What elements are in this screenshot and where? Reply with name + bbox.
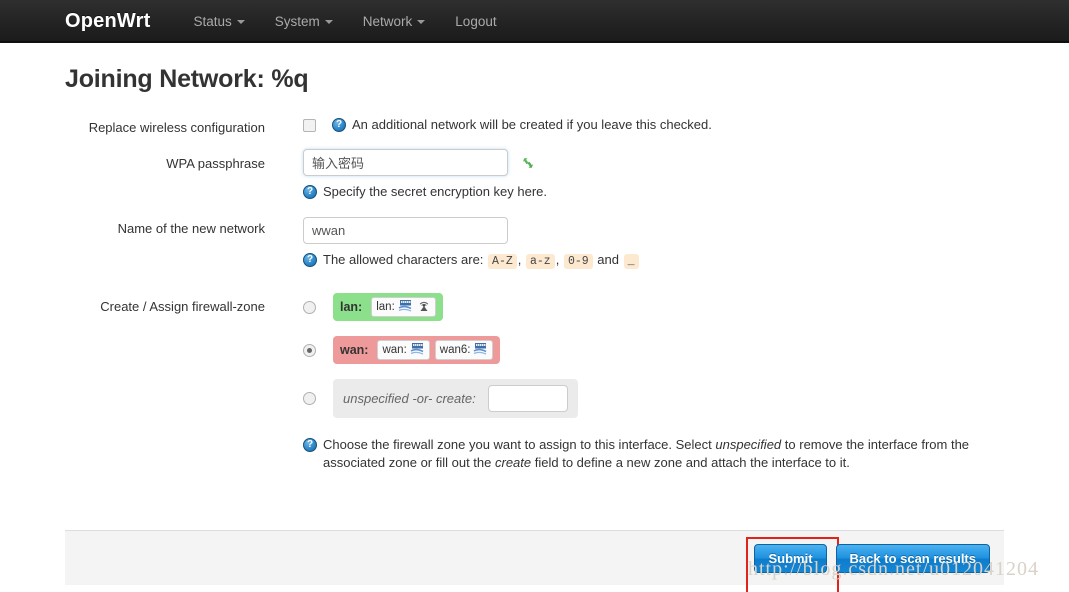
back-button-wrapper: Back to scan results [835, 543, 990, 573]
field-wpa-passphrase: ? Specify the secret encryption key here… [265, 149, 1004, 201]
wpa-passphrase-hint: ? Specify the secret encryption key here… [303, 183, 993, 201]
zone-name-unspecified: unspecified -or- create: [343, 391, 476, 406]
nav-item-logout-label: Logout [455, 13, 497, 29]
zone-row-unspecified: unspecified -or- create: [303, 379, 1004, 418]
nav-item-status-label: Status [193, 13, 232, 29]
wpa-passphrase-input[interactable] [303, 149, 508, 176]
label-replace-wireless: Replace wireless configuration [88, 120, 265, 135]
field-firewall-zone: lan: lan: wan: wan: wan6: unspecified -o… [265, 293, 1004, 472]
network-name-hint-prefix: The allowed characters are: [323, 252, 484, 267]
submit-button-wrapper: Submit [746, 536, 839, 592]
zone-name-wan: wan: [340, 343, 369, 357]
allowed-chip-underscore: _ [623, 254, 639, 269]
network-name-hint-text: The allowed characters are: A-Z, a-z, 0-… [323, 251, 640, 271]
zone-radio-unspecified[interactable] [303, 392, 316, 405]
page-title: Joining Network: %q [65, 65, 309, 93]
chevron-down-icon [417, 19, 426, 24]
recycle-icon[interactable] [520, 155, 536, 171]
main-content: Joining Network: %q Replace wireless con… [0, 65, 1069, 472]
form-row-network-name: Name of the new network ? The allowed ch… [65, 217, 1004, 271]
chevron-down-icon [236, 19, 245, 24]
zone-row-wan: wan: wan: wan6: [303, 336, 1004, 364]
chevron-down-icon [324, 19, 333, 24]
help-icon: ? [303, 438, 317, 452]
firewall-hint-part1: Choose the firewall zone you want to ass… [323, 437, 716, 452]
nav-item-network[interactable]: Network [348, 0, 441, 43]
interface-chip-lan[interactable]: lan: [371, 297, 436, 317]
nav-item-system[interactable]: System [260, 0, 348, 43]
zone-radio-lan[interactable] [303, 300, 316, 314]
zone-create-input[interactable] [487, 385, 568, 412]
nav-item-network-label: Network [362, 13, 413, 29]
replace-wireless-hint: ? An additional network will be created … [332, 116, 712, 134]
firewall-zone-hint-text: Choose the firewall zone you want to ass… [323, 436, 993, 472]
back-to-scan-results-button[interactable]: Back to scan results [835, 543, 990, 573]
form-row-replace-wireless: Replace wireless configuration ? An addi… [65, 116, 1004, 135]
zone-radio-wan[interactable] [303, 343, 316, 357]
zone-box-lan[interactable]: lan: lan: [333, 293, 443, 321]
ethernet-icon [473, 342, 488, 358]
network-name-control-line [303, 217, 1004, 244]
wpa-passphrase-control-line [303, 149, 1004, 176]
zone-box-unspecified[interactable]: unspecified -or- create: [333, 379, 578, 418]
network-name-hint: ? The allowed characters are: A-Z, a-z, … [303, 251, 993, 271]
firewall-zone-hint: ? Choose the firewall zone you want to a… [303, 436, 993, 472]
help-icon: ? [303, 253, 317, 267]
label-wpa-passphrase: WPA passphrase [166, 156, 265, 171]
wifi-icon [417, 299, 431, 315]
firewall-hint-em-unspecified: unspecified [715, 437, 782, 452]
field-network-name: ? The allowed characters are: A-Z, a-z, … [265, 217, 1004, 271]
navbar: OpenWrt Status System Network Logout [0, 0, 1069, 43]
nav-item-system-label: System [274, 13, 320, 29]
allowed-chip-digits: 0-9 [563, 254, 593, 269]
help-icon: ? [303, 185, 317, 199]
wpa-passphrase-hint-text: Specify the secret encryption key here. [323, 184, 548, 199]
replace-wireless-checkbox[interactable] [303, 118, 316, 132]
field-replace-wireless: ? An additional network will be created … [265, 116, 1004, 134]
page-root: OpenWrt Status System Network Logout Joi… [0, 0, 1069, 592]
interface-chip-wan6-label: wan6: [439, 344, 471, 356]
interface-chip-wan-label: wan: [382, 344, 407, 356]
allowed-chip-upper: A-Z [488, 254, 517, 269]
ethernet-icon [398, 299, 413, 315]
help-icon: ? [332, 118, 346, 132]
interface-chip-wan6[interactable]: wan6: [434, 340, 494, 360]
network-name-input[interactable] [303, 217, 508, 244]
footer-actions: Submit Back to scan results [65, 530, 1004, 592]
allowed-chip-lower: a-z [526, 254, 555, 269]
firewall-hint-part3: field to define a new zone and attach th… [531, 455, 850, 470]
ethernet-icon [410, 342, 425, 358]
form-row-wpa-passphrase: WPA passphrase ? Specify the secret encr… [65, 149, 1004, 201]
interface-chip-lan-label: lan: [376, 301, 395, 313]
nav-item-status[interactable]: Status [178, 0, 259, 43]
form-row-firewall-zone: Create / Assign firewall-zone lan: lan: [65, 293, 1004, 472]
nav-items: Status System Network Logout [178, 0, 511, 43]
firewall-hint-em-create: create [495, 455, 532, 470]
nav-item-logout[interactable]: Logout [440, 0, 511, 43]
zone-name-lan: lan: [340, 300, 363, 314]
zone-row-lan: lan: lan: [303, 293, 1004, 321]
replace-wireless-control-line: ? An additional network will be created … [303, 116, 1004, 134]
submit-button[interactable]: Submit [754, 543, 827, 573]
interface-chip-wan[interactable]: wan: [377, 340, 430, 360]
label-firewall-zone: Create / Assign firewall-zone [100, 299, 265, 314]
zone-box-wan[interactable]: wan: wan: wan6: [333, 336, 501, 364]
network-name-hint-join: and [597, 252, 619, 267]
replace-wireless-hint-text: An additional network will be created if… [352, 117, 712, 132]
brand-openwrt[interactable]: OpenWrt [65, 10, 150, 33]
label-network-name: Name of the new network [117, 221, 265, 236]
